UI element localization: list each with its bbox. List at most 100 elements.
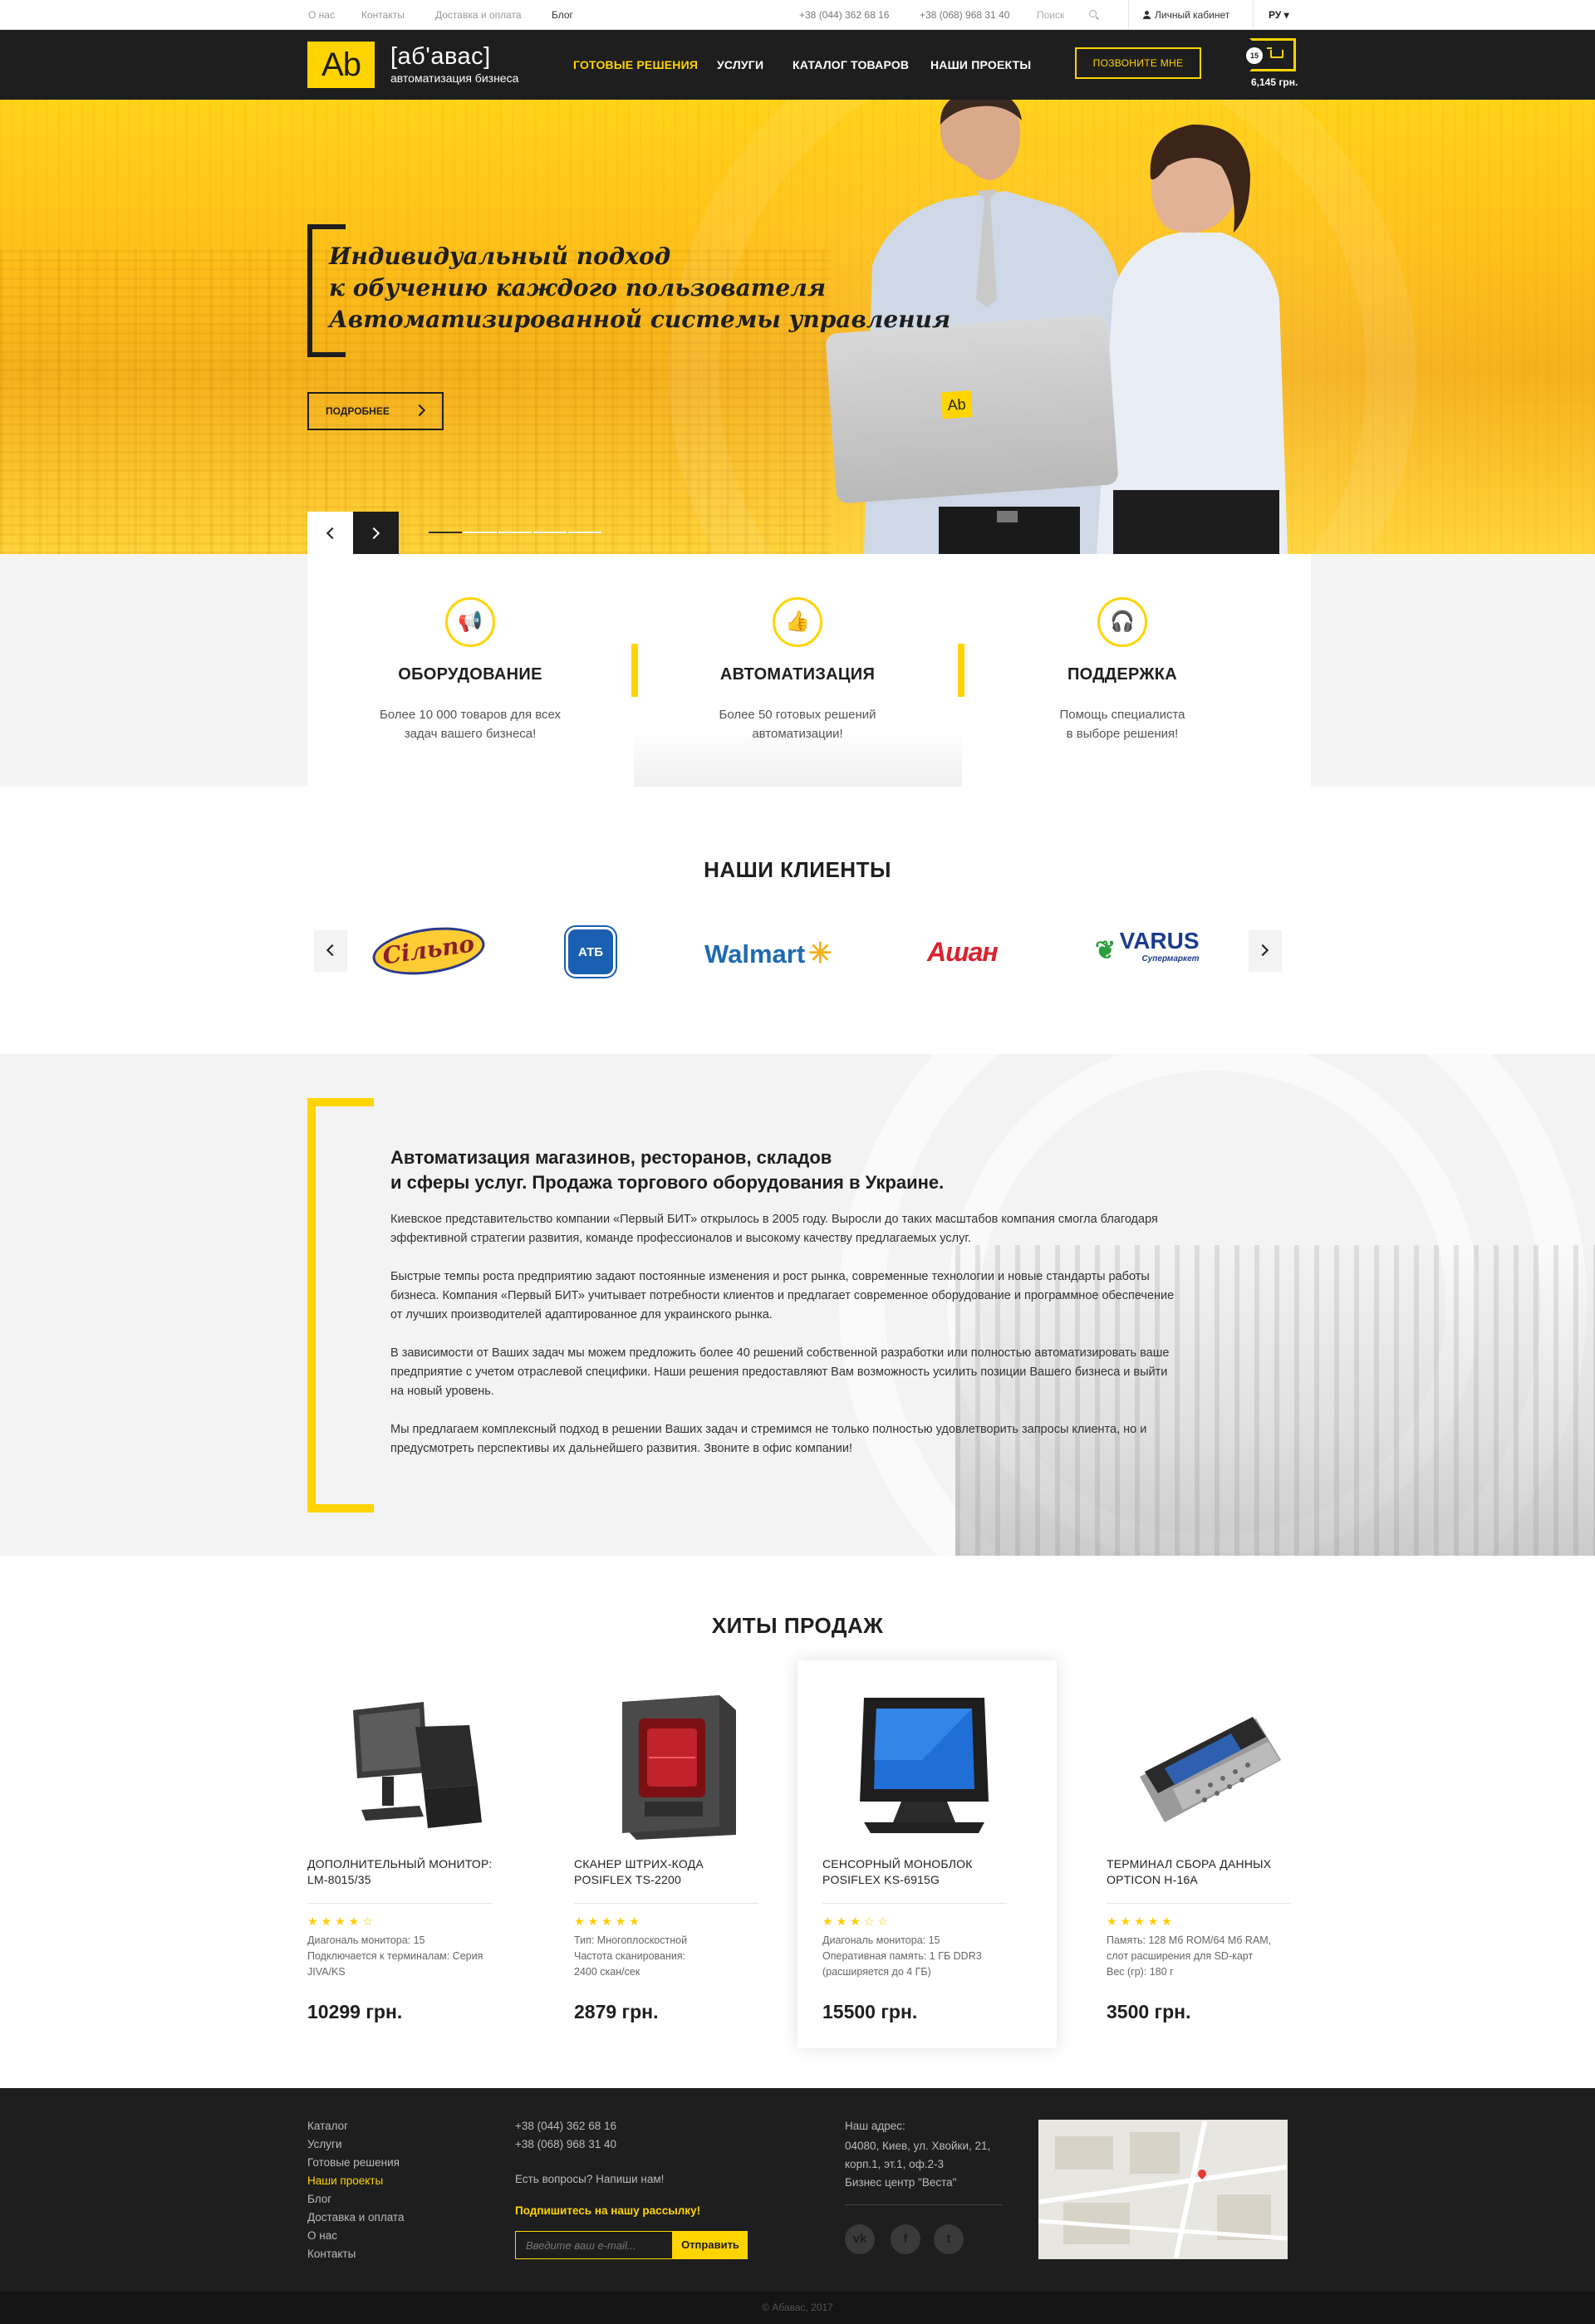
chevron-right-icon xyxy=(367,527,380,540)
footer-link-projects[interactable]: Наши проекты xyxy=(307,2174,383,2187)
product-name[interactable]: СЕНСОРНЫЙ МОНОБЛОК POSIFLEX KS-6915G xyxy=(822,1856,1030,1888)
product-name-line: СЕНСОРНЫЙ МОНОБЛОК xyxy=(822,1857,973,1870)
logo-mark[interactable]: Ab xyxy=(307,42,375,88)
nav-services[interactable]: УСЛУГИ xyxy=(717,58,763,71)
client-logo-varus[interactable]: ❦ VARUS Супермаркет xyxy=(1095,928,1200,968)
slider-dot-4[interactable] xyxy=(533,532,567,533)
footer-link-contacts[interactable]: Контакты xyxy=(307,2248,356,2260)
client-logo-silpo[interactable]: Сільпо xyxy=(369,920,488,982)
product-name-line: СКАНЕР ШТРИХ-КОДА xyxy=(574,1857,704,1870)
divider xyxy=(822,1903,1007,1904)
about-title: Автоматизация магазинов, ресторанов, скл… xyxy=(390,1145,1055,1195)
facebook-icon[interactable]: f xyxy=(891,2224,920,2254)
cart-button[interactable]: 15 xyxy=(1246,38,1296,71)
product-card[interactable]: ТЕРМИНАЛ СБОРА ДАННЫХ OPTICON H-16A ★★★★★… xyxy=(1082,1660,1341,2048)
product-card[interactable]: ДОПОЛНИТЕЛЬНЫЙ МОНИТОР: LM-8015/35 ★★★★☆ … xyxy=(282,1660,542,2048)
product-name[interactable]: ДОПОЛНИТЕЛЬНЫЙ МОНИТОР: LM-8015/35 xyxy=(307,1856,515,1888)
search-icon xyxy=(1089,10,1097,17)
nav-projects[interactable]: НАШИ ПРОЕКТЫ xyxy=(930,58,1031,71)
spec-line: Память: 128 Мб ROM/64 Мб RAM, xyxy=(1107,1934,1272,1946)
client-logo-atb[interactable]: АТБ xyxy=(566,927,616,977)
footer-phone-2[interactable]: +38 (068) 968 31 40 xyxy=(515,2138,616,2150)
about-line: предприятие с учетом отраслевой специфик… xyxy=(390,1365,1168,1379)
feature-title: ОБОРУДОВАНИЕ xyxy=(398,665,542,684)
footer-link-solutions[interactable]: Готовые решения xyxy=(307,2156,400,2169)
product-name-line: OPTICON H-16A xyxy=(1107,1873,1198,1886)
twitter-icon[interactable]: t xyxy=(934,2224,964,2254)
rating-stars: ★★★☆☆ xyxy=(822,1915,891,1928)
cabinet-link[interactable]: Личный кабинет xyxy=(1143,9,1229,21)
product-price: 3500 грн. xyxy=(1107,2001,1191,2022)
spec-line: Подключается к терминалам: Серия xyxy=(307,1950,483,1962)
slider-dot-1[interactable] xyxy=(429,532,462,533)
address-label: Наш адрес: xyxy=(845,2120,905,2132)
client-logo-auchan[interactable]: Ашан xyxy=(927,937,999,968)
subscribe-title: Подпишитесь на нашу рассылку! xyxy=(515,2204,701,2217)
top-link-delivery[interactable]: Доставка и оплата xyxy=(435,9,522,21)
about-bracket-decoration xyxy=(307,1098,374,1513)
call-me-button[interactable]: ПОЗВОНИТЕ МНЕ xyxy=(1075,47,1201,79)
hero-title: Индивидуальный подход к обучению каждого… xyxy=(329,241,950,336)
feature-title: АВТОМАТИЗАЦИЯ xyxy=(719,665,876,684)
about-section: Автоматизация магазинов, ресторанов, скл… xyxy=(0,1054,1595,1556)
footer-question[interactable]: Есть вопросы? Напиши нам! xyxy=(515,2173,664,2185)
spec-line: Оперативная память: 1 ГБ DDR3 xyxy=(822,1950,982,1962)
walmart-spark-icon: ✳ xyxy=(808,938,832,969)
megaphone-icon: 📢 xyxy=(445,597,495,647)
nav-catalog[interactable]: КАТАЛОГ ТОВАРОВ xyxy=(793,58,909,71)
spec-line: Вес (гр): 180 г xyxy=(1107,1966,1174,1978)
footer-link-about[interactable]: О нас xyxy=(307,2229,337,2242)
language-select[interactable]: РУ ▾ xyxy=(1269,9,1289,21)
more-button[interactable]: ПОДРОБНЕЕ xyxy=(307,392,444,430)
nav-ready-solutions[interactable]: ГОТОВЫЕ РЕШЕНИЯ xyxy=(573,58,698,71)
top-phone-2[interactable]: +38 (068) 968 31 40 xyxy=(920,9,1009,21)
laptop-logo: Ab xyxy=(940,390,973,419)
more-button-label: ПОДРОБНЕЕ xyxy=(326,405,390,417)
varus-text: VARUS xyxy=(1119,928,1200,954)
hero-slider: Ab Индивидуальный подход к обучению кажд… xyxy=(0,100,1595,554)
product-name[interactable]: СКАНЕР ШТРИХ-КОДА POSIFLEX TS-2200 xyxy=(574,1856,782,1888)
chevron-left-icon xyxy=(326,527,339,540)
clients-next-button[interactable] xyxy=(1249,930,1282,972)
footer-link-services[interactable]: Услуги xyxy=(307,2138,342,2150)
spec-line: 2400 скан/сек xyxy=(574,1966,640,1978)
chevron-right-icon xyxy=(1256,944,1269,957)
top-phone-1[interactable]: +38 (044) 362 68 16 xyxy=(799,9,889,21)
address-map[interactable] xyxy=(1038,2120,1288,2259)
footer-link-blog[interactable]: Блог xyxy=(307,2193,331,2205)
about-line: Мы предлагаем комплексный подход в решен… xyxy=(390,1423,1147,1436)
slider-dot-5[interactable] xyxy=(568,532,601,533)
subscribe-button[interactable]: Отправить xyxy=(673,2231,748,2259)
top-link-about[interactable]: О нас xyxy=(308,9,335,21)
product-card[interactable]: СЕНСОРНЫЙ МОНОБЛОК POSIFLEX KS-6915G ★★★☆… xyxy=(798,1660,1057,2048)
slider-prev-button[interactable] xyxy=(307,512,353,554)
clients-title: НАШИ КЛИЕНТЫ xyxy=(704,857,891,882)
logo-name[interactable]: [аб'авас] xyxy=(390,43,491,71)
search-placeholder: Поиск xyxy=(1037,9,1065,21)
footer-link-catalog[interactable]: Каталог xyxy=(307,2120,348,2132)
hero-laptop: Ab xyxy=(825,314,1119,504)
top-link-blog[interactable]: Блог xyxy=(552,9,573,21)
map-block xyxy=(1130,2132,1180,2174)
about-line: Быстрые темпы роста предприятию задают п… xyxy=(390,1270,1150,1283)
slider-dot-3[interactable] xyxy=(498,532,532,533)
about-line: предусмотреть перспективы их дальнейшего… xyxy=(390,1442,852,1455)
vk-icon[interactable]: vk xyxy=(845,2224,875,2254)
footer-phone-1[interactable]: +38 (044) 362 68 16 xyxy=(515,2120,616,2132)
clients-prev-button[interactable] xyxy=(314,930,347,972)
hero-title-line: Индивидуальный подход xyxy=(329,243,671,270)
slider-dot-2[interactable] xyxy=(464,532,497,533)
cart-icon xyxy=(1267,47,1283,58)
map-block xyxy=(1055,2136,1113,2170)
feature-text-line: Более 10 000 товаров для всех xyxy=(379,708,562,722)
product-card[interactable]: СКАНЕР ШТРИХ-КОДА POSIFLEX TS-2200 ★★★★★ … xyxy=(549,1660,808,2048)
client-logo-walmart[interactable]: Walmart ✳ xyxy=(704,937,832,970)
email-field[interactable]: Введите ваш e-mail... xyxy=(515,2231,673,2259)
product-name[interactable]: ТЕРМИНАЛ СБОРА ДАННЫХ OPTICON H-16A xyxy=(1107,1856,1314,1888)
top-link-contacts[interactable]: Контакты xyxy=(361,9,405,21)
feature-text: Более 10 000 товаров для всех задач вашег… xyxy=(346,705,595,743)
footer-link-delivery[interactable]: Доставка и оплата xyxy=(307,2211,404,2223)
slider-next-button[interactable] xyxy=(353,512,399,554)
search-input[interactable]: Поиск xyxy=(1037,5,1100,25)
thumbs-up-icon: 👍 xyxy=(773,597,822,647)
